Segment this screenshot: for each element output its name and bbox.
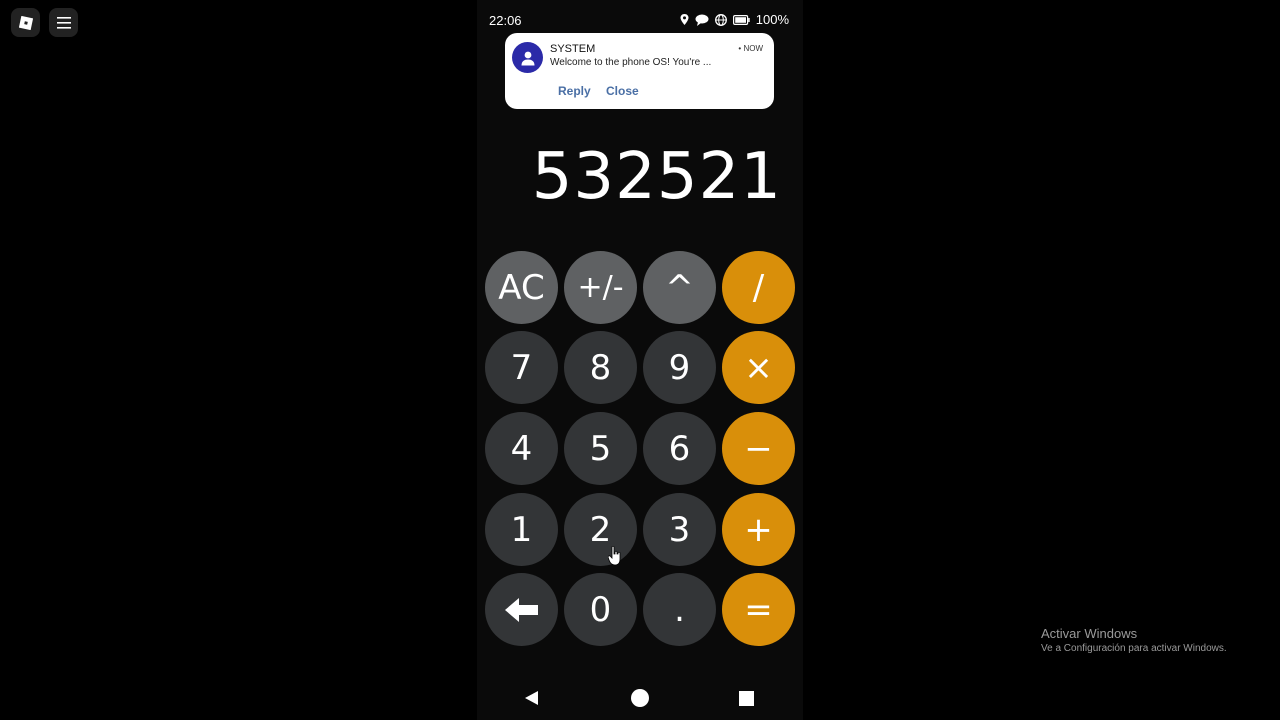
roblox-logo-button[interactable] bbox=[11, 8, 40, 37]
status-icons: 100% bbox=[680, 12, 789, 27]
digit-1-button[interactable]: 1 bbox=[485, 493, 558, 566]
digit-0-button[interactable]: 0 bbox=[564, 573, 637, 646]
notification-sender: SYSTEM bbox=[550, 43, 596, 55]
globe-icon bbox=[714, 13, 727, 26]
clear-button[interactable]: AC bbox=[485, 251, 558, 324]
navigation-bar bbox=[477, 670, 803, 720]
battery-percentage: 100% bbox=[755, 12, 789, 27]
chat-icon bbox=[695, 14, 709, 26]
subtract-button[interactable]: − bbox=[722, 412, 795, 485]
digit-7-button[interactable]: 7 bbox=[485, 331, 558, 404]
decimal-button[interactable]: . bbox=[643, 573, 716, 646]
status-time: 22:06 bbox=[489, 13, 522, 28]
phone-screen: 22:06 100% SYSTEM • NOW Welcome to the p… bbox=[477, 0, 803, 720]
reply-button[interactable]: Reply bbox=[558, 84, 591, 98]
backspace-button[interactable] bbox=[485, 573, 558, 646]
hand-cursor-icon bbox=[608, 546, 621, 566]
location-icon bbox=[680, 14, 689, 25]
digit-5-button[interactable]: 5 bbox=[564, 412, 637, 485]
notification-time: • NOW bbox=[738, 44, 763, 53]
avatar bbox=[512, 42, 543, 73]
notification-message: Welcome to the phone OS! You're ... bbox=[550, 57, 712, 68]
digit-4-button[interactable]: 4 bbox=[485, 412, 558, 485]
windows-activation-watermark: Activar Windows Ve a Configuración para … bbox=[1041, 626, 1227, 654]
notification-card[interactable]: SYSTEM • NOW Welcome to the phone OS! Yo… bbox=[505, 33, 774, 109]
roblox-logo-icon bbox=[18, 15, 33, 30]
user-icon bbox=[521, 51, 534, 65]
digit-6-button[interactable]: 6 bbox=[643, 412, 716, 485]
digit-8-button[interactable]: 8 bbox=[564, 331, 637, 404]
digit-9-button[interactable]: 9 bbox=[643, 331, 716, 404]
close-button[interactable]: Close bbox=[606, 84, 639, 98]
top-left-controls bbox=[11, 8, 78, 37]
divide-button[interactable]: / bbox=[722, 251, 795, 324]
multiply-button[interactable]: × bbox=[722, 331, 795, 404]
hamburger-menu-icon bbox=[56, 16, 71, 29]
back-icon[interactable] bbox=[525, 691, 538, 705]
sign-toggle-button[interactable]: +/- bbox=[564, 251, 637, 324]
digit-3-button[interactable]: 3 bbox=[643, 493, 716, 566]
add-button[interactable]: + bbox=[722, 493, 795, 566]
menu-button[interactable] bbox=[49, 8, 78, 37]
watermark-title: Activar Windows bbox=[1041, 626, 1138, 641]
backspace-icon bbox=[504, 597, 538, 622]
digit-2-button[interactable]: 2 bbox=[564, 493, 637, 566]
watermark-subtitle: Ve a Configuración para activar Windows. bbox=[1041, 643, 1227, 654]
battery-icon bbox=[732, 14, 750, 25]
calculator-display: 532521 bbox=[531, 140, 782, 214]
power-button[interactable]: ^ bbox=[643, 251, 716, 324]
recents-icon[interactable] bbox=[739, 691, 754, 706]
home-icon[interactable] bbox=[631, 689, 649, 707]
equals-button[interactable]: = bbox=[722, 573, 795, 646]
